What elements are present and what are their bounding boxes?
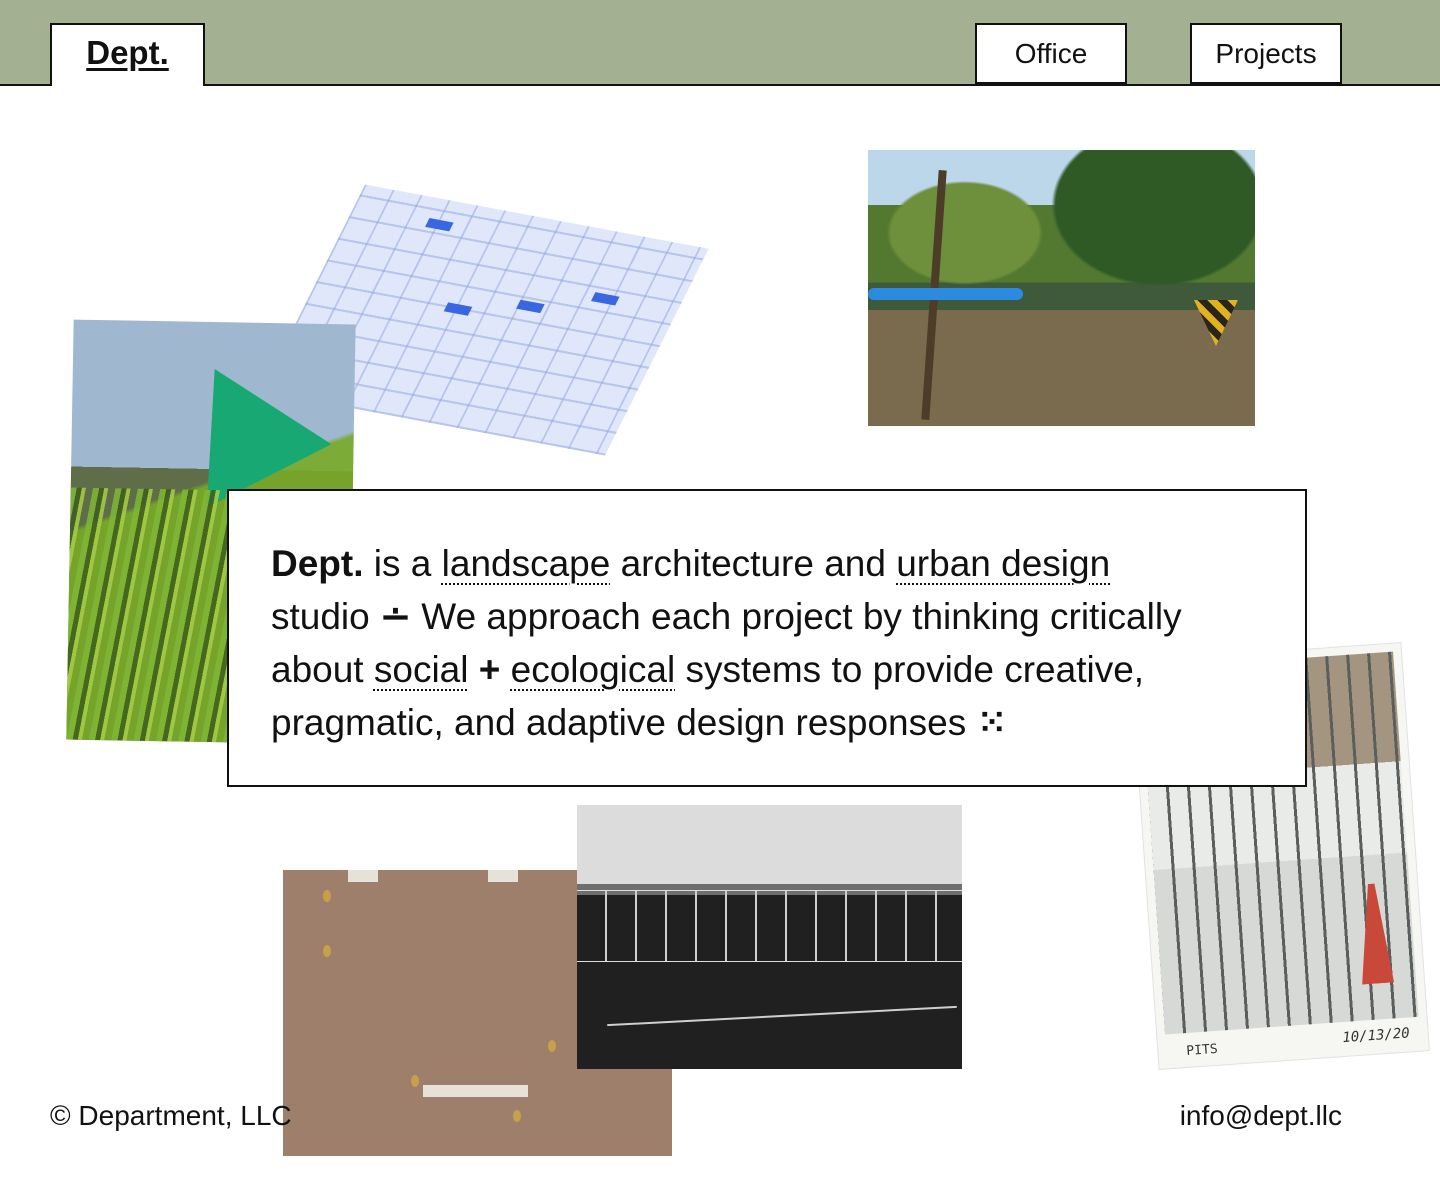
- model-block: [488, 870, 518, 882]
- projects-tab[interactable]: Projects: [1190, 23, 1342, 84]
- copyright-text: © Department, LLC: [50, 1100, 292, 1131]
- model-figure: [323, 890, 331, 902]
- plan-label-tag: [516, 299, 545, 314]
- plan-label-tag: [590, 292, 620, 306]
- plan-label-tag: [443, 302, 473, 316]
- green-triangle-sign: [152, 337, 331, 507]
- divide-glyph-icon: ∸: [380, 596, 412, 637]
- shoreline: [607, 1005, 957, 1027]
- ecological-link[interactable]: ecological: [511, 649, 676, 690]
- email-link[interactable]: info@dept.llc: [1180, 1100, 1342, 1132]
- traffic-cone: [1355, 883, 1394, 985]
- plus-glyph-icon: +: [468, 649, 511, 690]
- polaroid-caption-left: PITS: [1185, 1041, 1219, 1059]
- parcel-lots: [577, 890, 962, 962]
- model-figure: [548, 1040, 556, 1052]
- model-block: [348, 870, 378, 882]
- warning-sign: [1194, 300, 1238, 346]
- plan-label-tag: [425, 218, 454, 232]
- intro-text: is a: [363, 543, 442, 584]
- dots-glyph-icon: ⁙: [976, 702, 1008, 743]
- intro-text: studio: [271, 596, 381, 637]
- landscape-link[interactable]: landscape: [442, 543, 611, 584]
- home-tab[interactable]: Dept.: [50, 23, 205, 86]
- polaroid-caption-date: 10/13/20: [1341, 1025, 1411, 1047]
- social-link[interactable]: social: [374, 649, 469, 690]
- rain-garden-photo: [868, 150, 1255, 426]
- intro-statement: Dept. is a landscape architecture and ur…: [227, 489, 1307, 787]
- model-block: [423, 1085, 528, 1097]
- intro-brand: Dept.: [271, 543, 364, 584]
- model-figure: [323, 945, 331, 957]
- aerial-parcel-plan-image: [577, 805, 962, 1069]
- urban-design-link[interactable]: urban design: [896, 543, 1110, 584]
- intro-text: architecture and: [610, 543, 897, 584]
- office-tab[interactable]: Office: [975, 23, 1127, 84]
- model-figure: [411, 1075, 419, 1087]
- blue-pipe: [868, 288, 1023, 300]
- model-figure: [513, 1110, 521, 1122]
